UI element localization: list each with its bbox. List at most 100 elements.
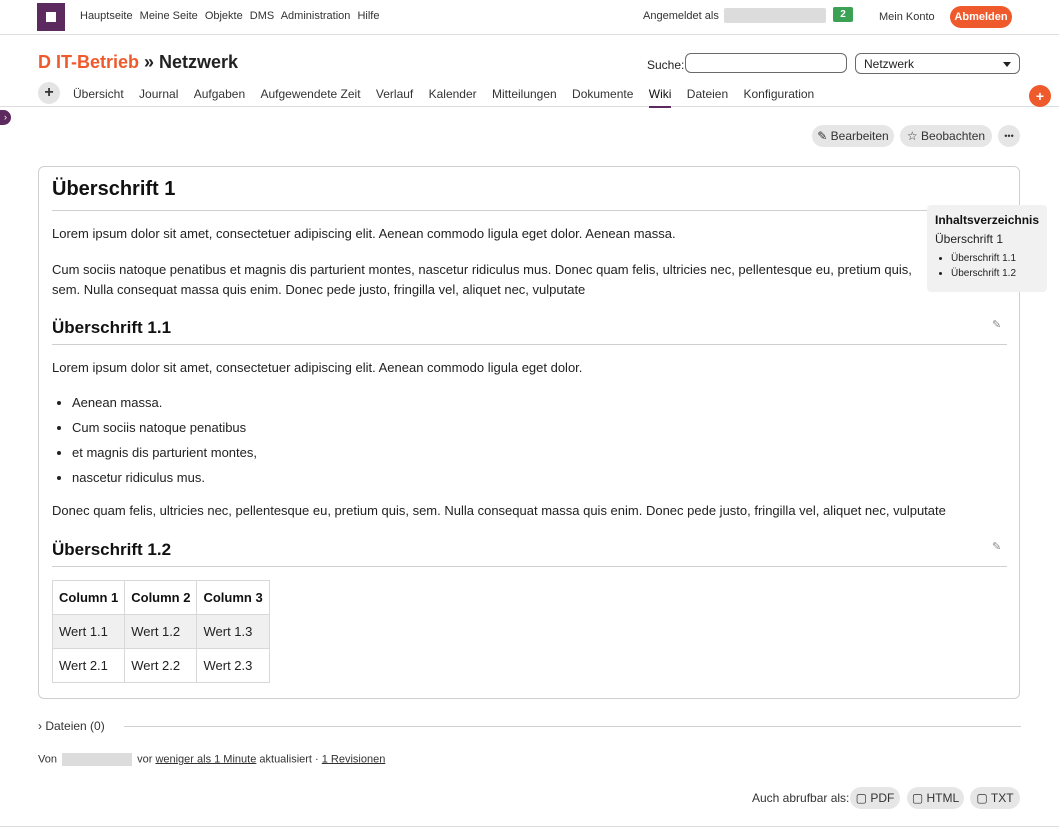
export-txt-button[interactable]: ▢ TXT <box>970 787 1020 809</box>
revisions-link[interactable]: 1 Revisionen <box>322 753 386 765</box>
heading-1: Überschrift 1 <box>52 178 176 200</box>
edit-button[interactable]: ✎ Bearbeiten <box>812 125 894 147</box>
my-account-link[interactable]: Mein Konto <box>879 11 935 23</box>
tab-overview[interactable]: Übersicht <box>73 87 124 101</box>
table-cell: Wert 1.3 <box>196 614 270 649</box>
export-pdf-button[interactable]: ▢ PDF <box>850 787 900 809</box>
files-label: Dateien (0) <box>45 719 105 733</box>
tab-documents[interactable]: Dokumente <box>572 87 633 101</box>
nav-dms[interactable]: DMS <box>250 10 274 22</box>
export-html-button[interactable]: ▢ HTML <box>907 787 964 809</box>
heading-1-2: Überschrift 1.2 <box>52 540 172 559</box>
toc-sublist: Überschrift 1.1 Überschrift 1.2 <box>935 251 1016 281</box>
table-row: Wert 2.1 Wert 2.2 Wert 2.3 <box>51 648 270 683</box>
list-item: Cum sociis natoque penatibus <box>72 417 257 442</box>
export-label: Auch abrufbar als: <box>752 791 850 805</box>
tab-settings[interactable]: Konfiguration <box>744 87 815 101</box>
list-item: nascetur ridiculus mus. <box>72 467 257 492</box>
bullet-list: Aenean massa. Cum sociis natoque penatib… <box>52 392 257 492</box>
top-bar: Hauptseite Meine Seite Objekte DMS Admin… <box>0 0 1059 35</box>
tab-journal[interactable]: Journal <box>139 87 178 101</box>
edit-section-pencil-icon[interactable]: ✎ <box>992 540 1001 553</box>
files-toggle[interactable]: › Dateien (0) <box>38 719 105 733</box>
project-jump-value: Netzwerk <box>864 57 915 71</box>
txt-file-icon: ▢ <box>976 791 988 805</box>
new-object-button[interactable]: + <box>38 82 60 104</box>
by-label: Von <box>38 753 57 766</box>
logout-button[interactable]: Abmelden <box>950 6 1012 28</box>
watch-button[interactable]: ☆ Beobachten <box>900 125 992 147</box>
chevron-down-icon <box>1003 62 1011 67</box>
more-actions-button[interactable]: ••• <box>998 125 1020 147</box>
page-title: D IT-Betrieb » Netzwerk <box>38 52 238 73</box>
table-of-contents: Inhaltsverzeichnis Überschrift 1 Übersch… <box>927 205 1047 292</box>
export-txt-label: TXT <box>990 791 1014 805</box>
tab-news[interactable]: Mitteilungen <box>492 87 557 101</box>
table-header-row: Column 1 Column 2 Column 3 <box>51 580 270 615</box>
bottom-divider <box>0 826 1059 827</box>
nav-objects[interactable]: Objekte <box>205 10 243 22</box>
table-cell: Wert 2.2 <box>124 648 198 683</box>
export-pdf-label: PDF <box>870 791 895 805</box>
toc-title: Inhaltsverzeichnis <box>935 213 1040 227</box>
table-header: Column 2 <box>124 580 198 615</box>
project-name: Netzwerk <box>159 52 239 72</box>
project-menu: + Übersicht Journal Aufgaben Aufgewendet… <box>0 80 1059 108</box>
nav-help[interactable]: Hilfe <box>357 10 379 22</box>
paragraph-1: Lorem ipsum dolor sit amet, consectetuer… <box>52 226 676 241</box>
update-info: Von vor weniger als 1 Minute aktualisier… <box>38 753 385 766</box>
tab-issues[interactable]: Aufgaben <box>194 87 245 101</box>
table-header: Column 3 <box>196 580 270 615</box>
heading-divider <box>52 566 1007 567</box>
edit-label: Bearbeiten <box>830 129 889 143</box>
nav-home[interactable]: Hauptseite <box>80 10 133 22</box>
table-cell: Wert 1.1 <box>51 614 126 649</box>
paragraph-3: Lorem ipsum dolor sit amet, consectetuer… <box>52 360 583 375</box>
quick-add-button[interactable]: + <box>1029 85 1051 107</box>
username-redacted[interactable] <box>724 8 826 23</box>
tab-files[interactable]: Dateien <box>687 87 728 101</box>
tab-time-spent[interactable]: Aufgewendete Zeit <box>260 87 360 101</box>
time-ago-link[interactable]: weniger als 1 Minute <box>155 753 256 765</box>
sidebar-toggle-icon[interactable]: › <box>0 110 11 125</box>
toc-item-1[interactable]: Überschrift 1 <box>935 232 1003 246</box>
pdf-file-icon: ▢ <box>855 791 867 805</box>
star-icon: ☆ <box>906 129 918 143</box>
table-row: Wert 1.1 Wert 1.2 Wert 1.3 <box>51 614 270 649</box>
tab-wiki[interactable]: Wiki <box>648 87 672 108</box>
notification-badge[interactable]: 2 <box>833 7 853 22</box>
tab-activity[interactable]: Verlauf <box>376 87 413 101</box>
html-file-icon: ▢ <box>911 791 924 805</box>
paragraph-2: Cum sociis natoque penatibus et magnis d… <box>52 262 912 297</box>
app-logo[interactable] <box>37 3 65 31</box>
table-cell: Wert 2.1 <box>51 648 126 683</box>
title-separator: » <box>139 52 160 72</box>
tab-list: Übersicht Journal Aufgaben Aufgewendete … <box>73 87 826 108</box>
logged-in-label: Angemeldet als <box>643 10 719 22</box>
tab-calendar[interactable]: Kalender <box>429 87 477 101</box>
heading-1-1: Überschrift 1.1 <box>52 318 172 337</box>
search-input[interactable] <box>685 53 847 73</box>
edit-section-pencil-icon[interactable]: ✎ <box>992 318 1001 331</box>
heading-divider <box>52 344 1007 345</box>
toc-item-1-1[interactable]: Überschrift 1.1 <box>951 251 1016 266</box>
paragraph-4: Donec quam felis, ultricies nec, pellent… <box>52 503 946 518</box>
table-header: Column 1 <box>51 580 126 615</box>
project-jump-select[interactable]: Netzwerk <box>855 53 1020 74</box>
export-html-label: HTML <box>926 791 960 805</box>
list-item: Aenean massa. <box>72 392 257 417</box>
nav-administration[interactable]: Administration <box>281 10 351 22</box>
toc-item-1-2[interactable]: Überschrift 1.2 <box>951 266 1016 281</box>
ago-prefix: vor <box>137 753 153 766</box>
parent-project-link[interactable]: D IT-Betrieb <box>38 52 139 72</box>
table-cell: Wert 1.2 <box>124 614 198 649</box>
nav-my-page[interactable]: Meine Seite <box>140 10 198 22</box>
table-cell: Wert 2.3 <box>196 648 270 683</box>
pencil-icon: ✎ <box>817 129 828 143</box>
author-redacted[interactable] <box>62 753 133 766</box>
chevron-right-icon: › <box>38 719 42 733</box>
list-item: et magnis dis parturient montes, <box>72 442 257 467</box>
updated-label: aktualisiert · <box>259 753 319 766</box>
watch-label: Beobachten <box>921 129 986 143</box>
search-label: Suche: <box>647 58 685 72</box>
